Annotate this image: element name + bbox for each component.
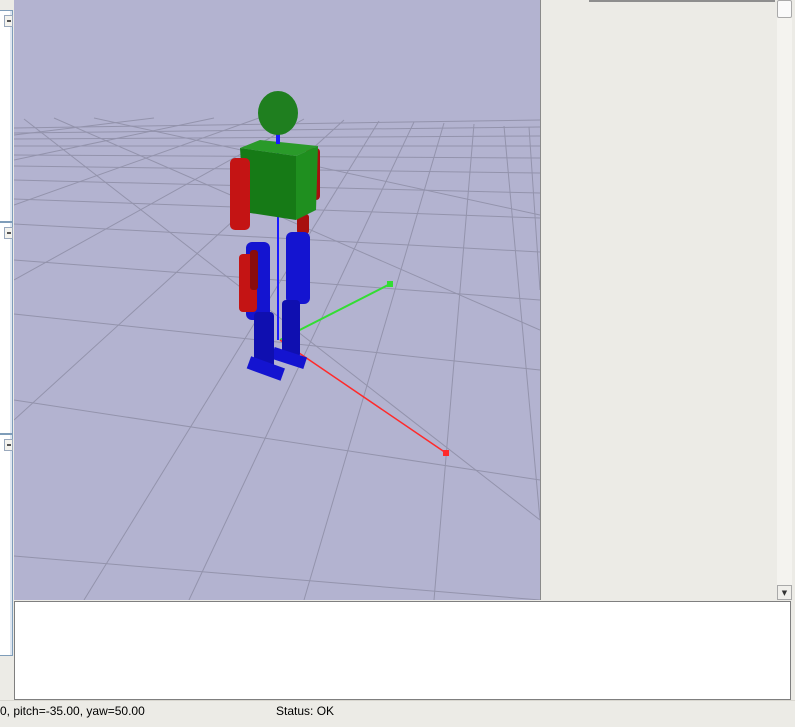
collapse-icon[interactable] xyxy=(4,227,13,239)
x-axis-handle[interactable] xyxy=(443,450,449,456)
camera-readout: 0, pitch=-35.00, yaw=50.00 xyxy=(0,704,145,718)
collapse-icon[interactable] xyxy=(4,439,13,451)
3d-viewport[interactable] xyxy=(14,0,541,600)
left-upper-arm xyxy=(230,158,250,230)
dock-panel-bottom[interactable] xyxy=(0,434,13,656)
right-panel: ▼ xyxy=(541,0,795,600)
status-bar: 0, pitch=-35.00, yaw=50.00 Status: OK xyxy=(0,700,795,727)
panel-header-line xyxy=(589,0,775,2)
dock-panel-middle[interactable] xyxy=(0,222,13,434)
vertical-scrollbar[interactable]: ▼ xyxy=(777,0,792,600)
y-axis-handle[interactable] xyxy=(387,281,393,287)
collapse-icon[interactable] xyxy=(4,15,13,27)
scroll-thumb[interactable] xyxy=(777,0,792,18)
head xyxy=(258,91,298,135)
status-text: Status: OK xyxy=(276,704,335,718)
left-lower-arm-side xyxy=(250,250,258,290)
dock-panel-top[interactable] xyxy=(0,10,13,222)
scene-canvas[interactable] xyxy=(14,0,540,600)
arrow-down-icon[interactable]: ▼ xyxy=(777,585,792,600)
right-thigh xyxy=(286,232,310,304)
output-console[interactable] xyxy=(14,601,791,700)
right-shin xyxy=(282,300,300,358)
torso-side xyxy=(296,146,318,220)
